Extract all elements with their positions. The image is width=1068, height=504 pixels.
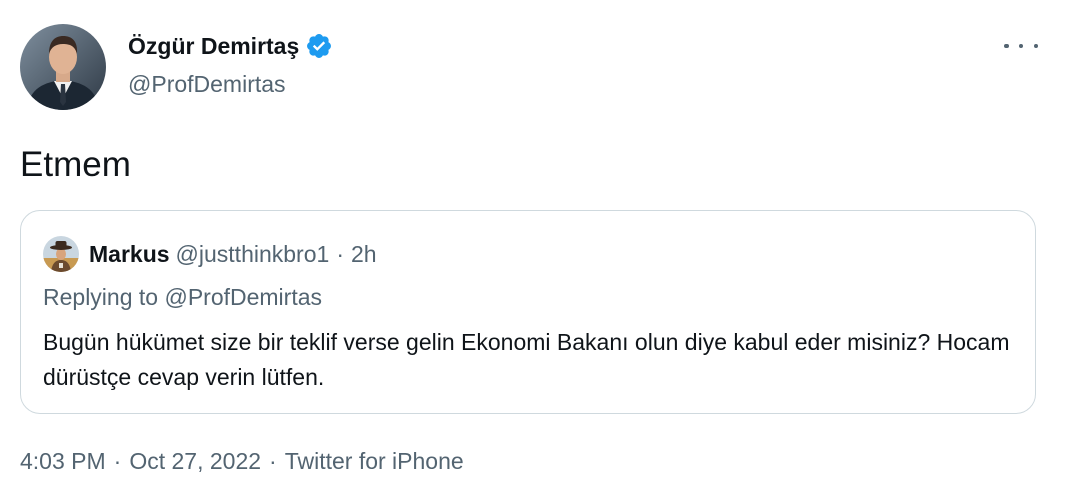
quoted-author-display-name[interactable]: Markus (89, 241, 170, 268)
author-avatar-image (20, 24, 106, 110)
tweet-header: Özgür Demirtaş @ProfDemirtas (20, 24, 333, 110)
replying-to-handle[interactable]: @ProfDemirtas (164, 284, 322, 310)
author-handle[interactable]: @ProfDemirtas (128, 71, 333, 98)
quoted-author-avatar (43, 236, 79, 272)
cowboy-avatar-icon (43, 236, 79, 272)
tweet-metadata: 4:03 PM · Oct 27, 2022 · Twitter for iPh… (20, 448, 464, 475)
tweet-date[interactable]: Oct 27, 2022 (129, 448, 261, 475)
author-names: Özgür Demirtaş @ProfDemirtas (128, 31, 333, 98)
quoted-tweet-text: Bugün hükümet size bir teklif verse geli… (43, 329, 1010, 390)
quoted-timestamp[interactable]: 2h (351, 241, 377, 268)
ellipsis-dot (1033, 43, 1038, 49)
quoted-tweet[interactable]: Markus @justthinkbro1 · 2h Replying to @… (20, 210, 1036, 414)
replying-to-line: Replying to @ProfDemirtas (43, 284, 322, 311)
author-name-row: Özgür Demirtaş (128, 31, 333, 61)
ellipsis-dot (1018, 43, 1024, 49)
tweet-card: Özgür Demirtaş @ProfDemirtas Etmem Marku… (0, 0, 1068, 504)
ellipsis-horizontal-icon (1004, 43, 1009, 49)
replying-to-label: Replying to (43, 284, 159, 310)
tweet-time[interactable]: 4:03 PM (20, 448, 106, 475)
quoted-separator: · (336, 240, 344, 267)
quoted-tweet-header: Markus @justthinkbro1 · 2h (43, 235, 377, 273)
meta-separator: · (113, 448, 122, 474)
quoted-author-handle[interactable]: @justthinkbro1 (176, 241, 330, 268)
tweet-source[interactable]: Twitter for iPhone (285, 448, 464, 475)
tweet-text: Etmem (20, 145, 131, 184)
author-avatar[interactable] (20, 24, 106, 110)
more-options-button[interactable] (1004, 36, 1038, 56)
meta-separator: · (269, 448, 277, 474)
author-display-name[interactable]: Özgür Demirtaş (128, 33, 299, 60)
verified-badge-icon (305, 32, 333, 60)
